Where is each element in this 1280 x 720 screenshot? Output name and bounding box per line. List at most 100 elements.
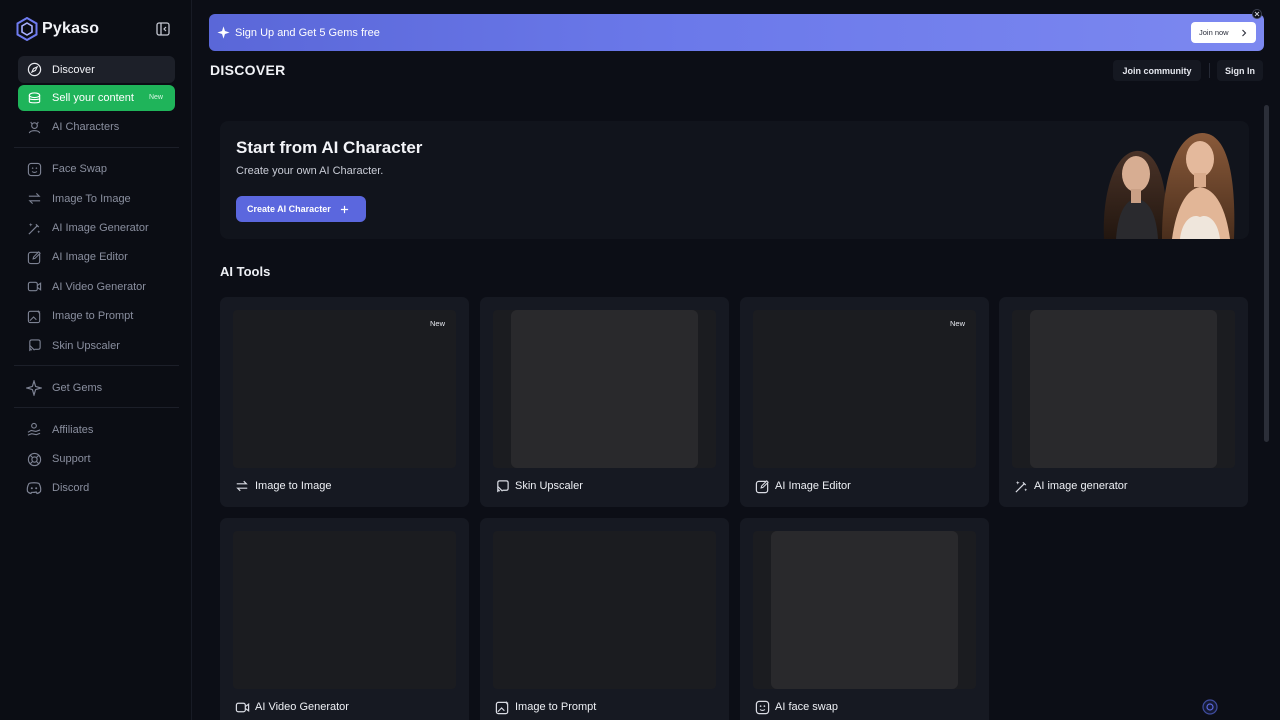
arrows-swap-icon: [234, 478, 250, 494]
tool-card-image-to-image[interactable]: New Image to Image: [220, 297, 469, 507]
discord-icon: [26, 480, 42, 496]
sidebar-item-ai-image-generator[interactable]: AI Image Generator: [18, 215, 175, 242]
tool-card-title: Image to Image: [255, 480, 332, 492]
brand-name: Pykaso: [42, 20, 100, 37]
collapse-sidebar-button[interactable]: [155, 21, 171, 37]
page-title: DISCOVER: [210, 62, 286, 78]
tool-thumbnail: [493, 531, 716, 689]
sidebar-item-label: Support: [52, 453, 91, 466]
wand-icon: [26, 220, 42, 236]
gem-sparkle-icon: [26, 379, 42, 396]
sidebar-item-affiliates[interactable]: Affiliates: [18, 416, 175, 443]
new-badge: New: [148, 94, 163, 102]
tool-card-title: Image to Prompt: [515, 701, 597, 713]
sidebar-item-image-to-image[interactable]: Image To Image: [18, 185, 175, 212]
wand-icon: [1013, 478, 1029, 494]
sidebar-item-label: Sell your content: [52, 92, 134, 105]
tool-card-label: Skin Upscaler: [494, 478, 583, 494]
tool-thumbnail: [753, 310, 976, 468]
thumbnail-placeholder: [1030, 310, 1217, 468]
sidebar-item-label: Discord: [52, 482, 90, 495]
sidebar-item-label: Get Gems: [52, 381, 103, 394]
tool-card-label: Image to Image: [234, 478, 331, 494]
video-icon: [234, 699, 250, 715]
tool-card-ai-image-generator[interactable]: AI image generator: [999, 297, 1248, 507]
join-community-button[interactable]: Join community: [1113, 60, 1201, 81]
sidebar-item-label: Image To Image: [52, 192, 131, 205]
edit-icon: [754, 478, 770, 494]
sidebar-item-label: AI Characters: [52, 121, 120, 134]
pykaso-logo-icon: [16, 17, 38, 41]
brand[interactable]: Pykaso: [16, 17, 99, 41]
tool-card-image-to-prompt[interactable]: Image to Prompt: [480, 518, 729, 720]
sidebar-item-label: Affiliates: [52, 423, 94, 436]
sign-in-button[interactable]: Sign In: [1217, 60, 1263, 81]
hero-title: Start from AI Character: [236, 138, 423, 157]
sidebar-item-label: Face Swap: [52, 163, 108, 176]
tool-card-label: Image to Prompt: [494, 699, 596, 715]
sidebar-collapse-icon: [156, 22, 170, 36]
sidebar-item-face-swap[interactable]: Face Swap: [18, 156, 175, 183]
sidebar-item-label: AI Image Generator: [52, 222, 149, 235]
sidebar-item-support[interactable]: Support: [18, 446, 175, 473]
sidebar-item-label: Image to Prompt: [52, 310, 134, 323]
nav-divider: [14, 365, 179, 367]
sparkle-icon: [217, 26, 230, 39]
lifebuoy-icon: [26, 451, 42, 467]
hero-banner: Start from AI Character Create your own …: [220, 121, 1249, 239]
sidebar: Pykaso Discover Sell your content New AI…: [0, 0, 192, 720]
create-ai-character-label: Create AI Character: [247, 204, 331, 214]
tool-thumbnail: [233, 310, 456, 468]
upscale-icon: [26, 338, 42, 354]
tool-card-label: AI Video Generator: [234, 699, 349, 715]
tool-thumbnail: [493, 310, 716, 468]
sidebar-item-discord[interactable]: Discord: [18, 475, 175, 502]
tool-thumbnail: [1012, 310, 1235, 468]
sidebar-item-ai-image-editor[interactable]: AI Image Editor: [18, 244, 175, 271]
tool-card-ai-video-generator[interactable]: AI Video Generator: [220, 518, 469, 720]
thumbnail-placeholder: [511, 310, 698, 468]
sidebar-item-skin-upscaler[interactable]: Skin Upscaler: [18, 332, 175, 359]
handshake-icon: [26, 422, 42, 438]
sidebar-item-ai-characters[interactable]: AI Characters: [18, 114, 175, 141]
page-scrollbar[interactable]: [1264, 105, 1269, 442]
face-scan-icon: [26, 161, 42, 177]
banner-text: Sign Up and Get 5 Gems free: [235, 26, 380, 39]
edit-icon: [26, 249, 42, 265]
join-now-button[interactable]: Join now: [1191, 22, 1256, 43]
image-prompt-icon: [26, 308, 42, 324]
tool-card-title: Skin Upscaler: [515, 480, 583, 492]
sidebar-item-label: Skin Upscaler: [52, 339, 120, 352]
plus-icon: [340, 205, 348, 213]
sidebar-item-sell-content[interactable]: Sell your content New: [18, 85, 175, 112]
sidebar-item-discover[interactable]: Discover: [18, 56, 175, 83]
tool-card-title: AI Image Editor: [775, 480, 851, 492]
sidebar-item-label: Discover: [52, 63, 95, 76]
tool-thumbnail: [753, 531, 976, 689]
tool-card-title: AI face swap: [775, 701, 838, 713]
sidebar-item-label: AI Video Generator: [52, 280, 146, 293]
new-badge: New: [429, 319, 445, 328]
tool-card-ai-image-editor[interactable]: New AI Image Editor: [740, 297, 989, 507]
join-now-label: Join now: [1199, 28, 1229, 37]
face-scan-icon: [754, 699, 770, 715]
tool-card-skin-upscaler[interactable]: Skin Upscaler: [480, 297, 729, 507]
chat-widget-icon[interactable]: [1202, 699, 1218, 715]
create-ai-character-button[interactable]: Create AI Character: [236, 196, 366, 222]
chevron-right-icon: [1241, 29, 1246, 36]
tool-card-title: AI Video Generator: [255, 701, 349, 713]
upscale-icon: [494, 478, 510, 494]
sidebar-item-get-gems[interactable]: Get Gems: [18, 374, 175, 401]
close-icon: [1254, 11, 1260, 17]
tool-card-title: AI image generator: [1034, 480, 1128, 492]
sidebar-nav: Discover Sell your content New AI Charac…: [14, 56, 179, 504]
thumbnail-placeholder: [771, 531, 958, 689]
tool-card-ai-face-swap[interactable]: AI face swap: [740, 518, 989, 720]
video-icon: [26, 279, 42, 295]
sidebar-item-image-to-prompt[interactable]: Image to Prompt: [18, 303, 175, 330]
sidebar-item-ai-video-generator[interactable]: AI Video Generator: [18, 273, 175, 300]
banner-close-button[interactable]: [1252, 9, 1262, 19]
image-prompt-icon: [494, 699, 510, 715]
tool-thumbnail: [233, 531, 456, 689]
compass-icon: [26, 62, 42, 78]
